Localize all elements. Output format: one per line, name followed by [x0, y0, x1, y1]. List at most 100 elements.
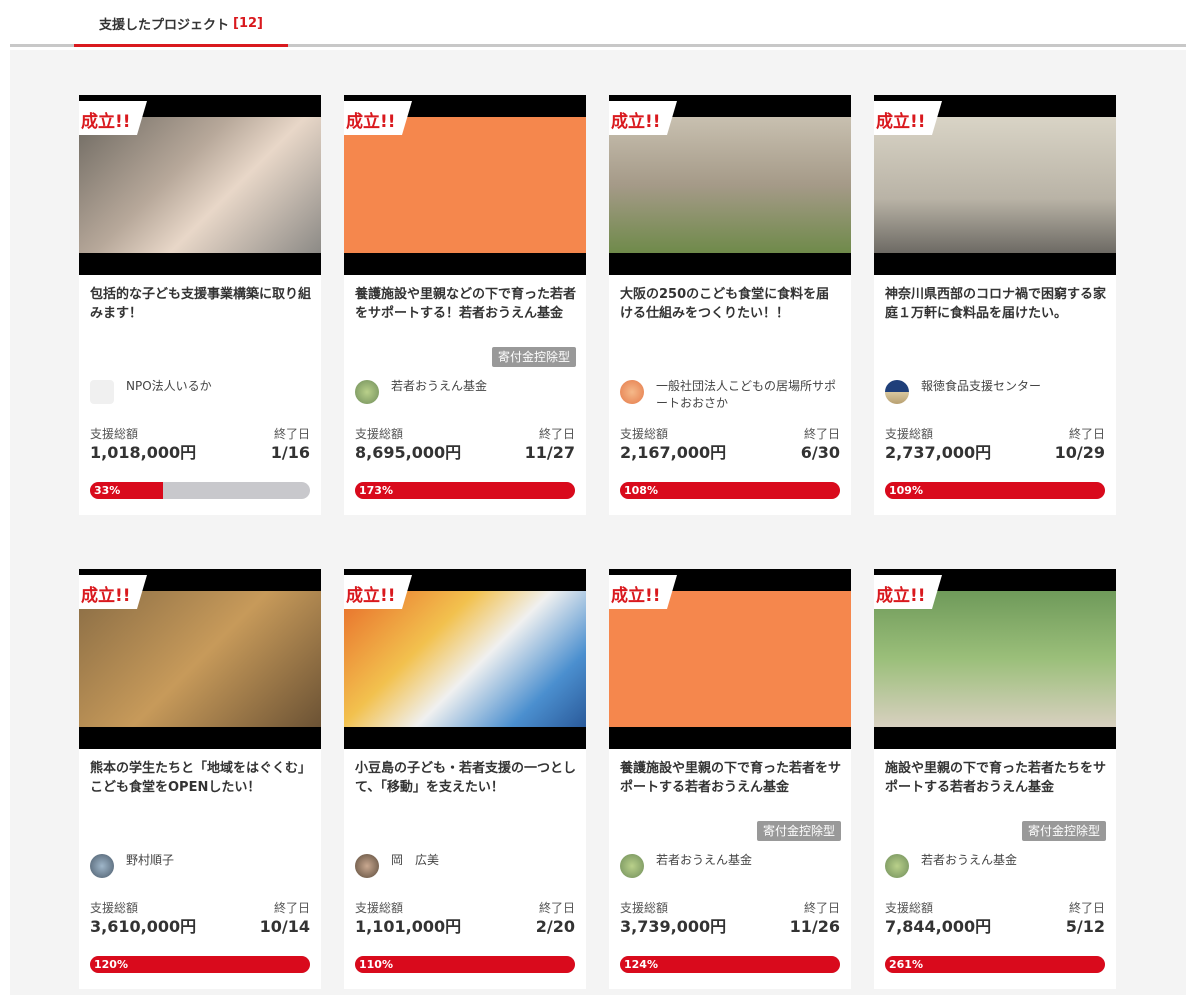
total-support: 支援総額 7,844,000円 — [885, 900, 991, 938]
project-owner[interactable]: 報徳食品支援センター — [885, 378, 1107, 414]
progress-percent: 110% — [359, 958, 393, 971]
project-image — [609, 117, 851, 253]
project-owner[interactable]: 若者おうえん基金 — [355, 378, 577, 414]
project-image — [874, 591, 1116, 727]
owner-name: 若者おうえん基金 — [921, 853, 1018, 867]
end-date-label: 終了日 — [1068, 427, 1105, 441]
success-badge: 成立!! — [79, 575, 147, 609]
project-card[interactable]: 成立!! 養護施設や里親の下で育った若者をサポートする若者おうえん基金 寄付金控… — [609, 569, 851, 989]
success-badge-label: 成立!! — [876, 112, 926, 132]
total-support-label: 支援総額 — [620, 427, 669, 441]
total-support: 支援総額 1,101,000円 — [355, 900, 461, 938]
end-date-label: 終了日 — [273, 901, 310, 915]
total-support-label: 支援総額 — [355, 427, 404, 441]
total-support-label: 支援総額 — [885, 901, 934, 915]
project-owner[interactable]: 若者おうえん基金 — [885, 852, 1107, 888]
project-title[interactable]: 養護施設や里親などの下で育った若者をサポートする！若者おうえん基金 — [355, 285, 577, 323]
owner-avatar — [885, 380, 909, 404]
owner-name: 岡 広美 — [391, 853, 440, 867]
progress-bar: 109% — [885, 482, 1105, 499]
end-date-label: 終了日 — [538, 901, 575, 915]
project-card[interactable]: 成立!! 大阪の250のこども食堂に食料を届ける仕組みをつくりたい！！ 一般社団… — [609, 95, 851, 515]
total-support-value: 7,844,000円 — [885, 917, 992, 936]
owner-name: 報徳食品支援センター — [921, 379, 1042, 393]
progress-percent: 109% — [889, 484, 923, 497]
end-date-value: 11/26 — [789, 917, 840, 936]
total-support-label: 支援総額 — [620, 901, 669, 915]
project-thumbnail[interactable]: 成立!! — [344, 95, 586, 275]
total-support-value: 1,018,000円 — [90, 443, 197, 462]
end-date: 終了日 10/29 — [1055, 426, 1105, 464]
project-owner[interactable]: NPO法人いるか — [90, 378, 312, 414]
project-title[interactable]: 熊本の学生たちと「地域をはぐくむ」こども食堂をOPENしたい！ — [90, 759, 312, 797]
progress-bar: 120% — [90, 956, 310, 973]
project-title[interactable]: 神奈川県西部のコロナ禍で困窮する家庭１万軒に食料品を届けたい。 — [885, 285, 1107, 323]
total-support-value: 2,167,000円 — [620, 443, 727, 462]
total-support-value: 8,695,000円 — [355, 443, 462, 462]
project-thumbnail[interactable]: 成立!! — [344, 569, 586, 749]
total-support-value: 3,610,000円 — [90, 917, 197, 936]
total-support-label: 支援総額 — [90, 901, 139, 915]
project-thumbnail[interactable]: 成立!! — [874, 95, 1116, 275]
project-title[interactable]: 包括的な子ども支援事業構築に取り組みます！ — [90, 285, 312, 323]
total-support-label: 支援総額 — [90, 427, 139, 441]
project-thumbnail[interactable]: 成立!! — [609, 95, 851, 275]
total-support: 支援総額 1,018,000円 — [90, 426, 196, 464]
project-title[interactable]: 施設や里親の下で育った若者たちをサポートする若者おうえん基金 — [885, 759, 1107, 797]
owner-name: 一般社団法人こどもの居場所サポートおおさか — [656, 379, 837, 410]
project-owner[interactable]: 若者おうえん基金 — [620, 852, 842, 888]
progress-percent: 108% — [624, 484, 658, 497]
progress-bar: 173% — [355, 482, 575, 499]
project-owner[interactable]: 一般社団法人こどもの居場所サポートおおさか — [620, 378, 842, 414]
total-support-label: 支援総額 — [355, 901, 404, 915]
owner-avatar — [620, 380, 644, 404]
end-date: 終了日 5/12 — [1066, 900, 1105, 938]
project-card[interactable]: 成立!! 小豆島の子ども・若者支援の一つとして、「移動」を支えたい！ 岡 広美 … — [344, 569, 586, 989]
project-card[interactable]: 成立!! 包括的な子ども支援事業構築に取り組みます！ NPO法人いるか 支援総額… — [79, 95, 321, 515]
project-title[interactable]: 養護施設や里親の下で育った若者をサポートする若者おうえん基金 — [620, 759, 842, 797]
project-thumbnail[interactable]: 成立!! — [609, 569, 851, 749]
project-card[interactable]: 成立!! 養護施設や里親などの下で育った若者をサポートする！若者おうえん基金 寄… — [344, 95, 586, 515]
project-owner[interactable]: 岡 広美 — [355, 852, 577, 888]
project-thumbnail[interactable]: 成立!! — [79, 569, 321, 749]
project-card[interactable]: 成立!! 施設や里親の下で育った若者たちをサポートする若者おうえん基金 寄付金控… — [874, 569, 1116, 989]
project-owner[interactable]: 野村順子 — [90, 852, 312, 888]
owner-avatar — [90, 854, 114, 878]
total-support: 支援総額 3,739,000円 — [620, 900, 726, 938]
total-support: 支援総額 2,167,000円 — [620, 426, 726, 464]
tab-bar: 支援したプロジェクト [12] — [10, 0, 1186, 47]
tab-active-indicator — [74, 44, 288, 47]
project-image — [79, 591, 321, 727]
project-title[interactable]: 大阪の250のこども食堂に食料を届ける仕組みをつくりたい！！ — [620, 285, 842, 323]
project-title[interactable]: 小豆島の子ども・若者支援の一つとして、「移動」を支えたい！ — [355, 759, 577, 797]
total-support-label: 支援総額 — [885, 427, 934, 441]
project-card[interactable]: 成立!! 熊本の学生たちと「地域をはぐくむ」こども食堂をOPENしたい！ 野村順… — [79, 569, 321, 989]
tab-supported-projects[interactable]: 支援したプロジェクト [12] — [74, 0, 288, 47]
progress-bar: 108% — [620, 482, 840, 499]
end-date: 終了日 11/26 — [790, 900, 840, 938]
end-date-label: 終了日 — [1068, 901, 1105, 915]
end-date-value: 2/20 — [535, 917, 575, 936]
project-card[interactable]: 成立!! 神奈川県西部のコロナ禍で困窮する家庭１万軒に食料品を届けたい。 報徳食… — [874, 95, 1116, 515]
success-badge: 成立!! — [79, 101, 147, 135]
total-support-value: 3,739,000円 — [620, 917, 727, 936]
end-date: 終了日 10/14 — [260, 900, 310, 938]
end-date-value: 10/29 — [1054, 443, 1105, 462]
success-badge: 成立!! — [344, 575, 412, 609]
end-date-value: 1/16 — [270, 443, 310, 462]
progress-bar: 110% — [355, 956, 575, 973]
success-badge-label: 成立!! — [346, 586, 396, 606]
progress-bar: 124% — [620, 956, 840, 973]
end-date: 終了日 11/27 — [525, 426, 575, 464]
project-image — [344, 591, 586, 727]
end-date-label: 終了日 — [803, 427, 840, 441]
end-date-label: 終了日 — [273, 427, 310, 441]
tab-count: [12] — [233, 16, 263, 31]
project-thumbnail[interactable]: 成立!! — [79, 95, 321, 275]
progress-percent: 173% — [359, 484, 393, 497]
success-badge: 成立!! — [609, 575, 677, 609]
end-date-label: 終了日 — [538, 427, 575, 441]
project-thumbnail[interactable]: 成立!! — [874, 569, 1116, 749]
end-date: 終了日 6/30 — [801, 426, 840, 464]
success-badge: 成立!! — [344, 101, 412, 135]
